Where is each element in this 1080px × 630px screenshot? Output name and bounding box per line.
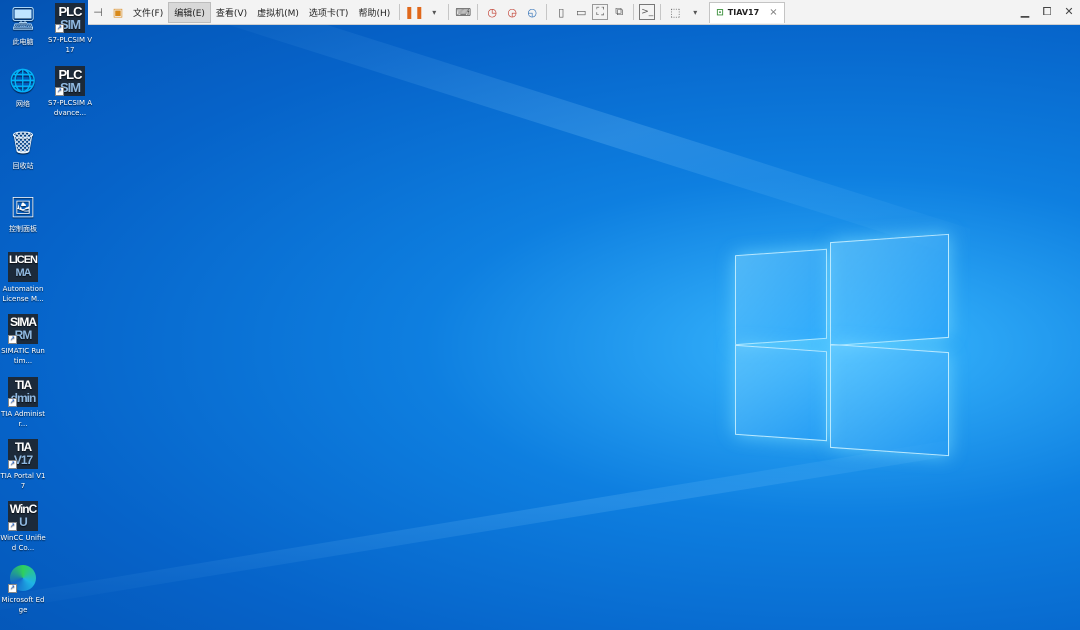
windows-logo-pane-bl — [735, 344, 827, 442]
view-single-icon[interactable]: ▯ — [552, 3, 570, 21]
simatic-runtime-icon: SIMA RM ↗ — [8, 314, 38, 344]
light-beam-top — [150, 0, 970, 260]
desktop-icon-this-pc[interactable]: 🖥 此电脑 — [1, 5, 45, 47]
shortcut-arrow-icon: ↗ — [8, 584, 17, 593]
shortcut-arrow-icon: ↗ — [8, 335, 17, 344]
wincc-icon: WinC U ↗ — [8, 501, 38, 531]
tia-portal-icon: TIA V17 ↗ — [8, 439, 38, 469]
desktop-icon-tia-portal-v17[interactable]: TIA V17 ↗ TIA Portal V17 — [1, 439, 45, 491]
desktop-icon-recycle-bin[interactable]: 🗑 回收站 — [1, 129, 45, 171]
desktop-icon-plcsim-v17[interactable]: PLC SIM ↗ S7-PLCSIM V17 — [48, 3, 92, 55]
desktop-icon-label: S7-PLCSIM V17 — [48, 36, 92, 54]
minimize-icon[interactable]: ▁ — [1014, 5, 1036, 19]
menu-view[interactable]: 查看(V) — [211, 3, 252, 22]
snapshot-manager-icon[interactable]: ◵ — [523, 3, 541, 21]
toolbar-separator — [448, 4, 450, 20]
stretch-icon[interactable]: ⬚ — [666, 3, 684, 21]
fullscreen-icon[interactable]: ⛶ — [592, 4, 609, 20]
restore-icon[interactable]: ⧠ — [1036, 5, 1058, 19]
shortcut-arrow-icon: ↗ — [8, 460, 17, 469]
snapshot-icon[interactable]: ◷ — [483, 3, 501, 21]
toolbar-separator — [633, 4, 635, 20]
unity-icon[interactable]: ⧉ — [610, 3, 628, 21]
desktop-icon-simatic-runtime[interactable]: SIMA RM ↗ SIMATIC Runtim... — [1, 314, 45, 366]
menu-vm[interactable]: 虚拟机(M) — [252, 3, 304, 22]
desktop-icon-label: 回收站 — [12, 162, 34, 170]
windows-logo — [733, 233, 949, 457]
windows-logo-pane-br — [830, 343, 949, 457]
dropdown-icon[interactable]: ▾ — [425, 3, 443, 21]
toolbar-separator — [546, 4, 548, 20]
menu-help[interactable]: 帮助(H) — [353, 3, 395, 22]
desktop-icon-tia-administrator[interactable]: TIA dmin ↗ TIA Administr... — [1, 377, 45, 429]
vm-tab-icon: ⊡ — [716, 7, 724, 18]
control-panel-icon: 🖼 — [10, 195, 36, 219]
license-manager-icon: LICEN MA — [8, 252, 38, 282]
tab-title: TIAV17 — [727, 8, 760, 17]
toolbar-separator — [660, 4, 662, 20]
menu-tabs[interactable]: 选项卡(T) — [304, 3, 354, 22]
dropdown-icon[interactable]: ▾ — [686, 3, 704, 21]
desktop-icon-label: 此电脑 — [12, 38, 34, 46]
desktop-icon-microsoft-edge[interactable]: ↗ Microsoft Edge — [1, 563, 45, 615]
tia-administrator-icon: TIA dmin ↗ — [8, 377, 38, 407]
console-icon[interactable]: >_ — [639, 4, 656, 20]
plcsim-advanced-icon: PLC SIM ↗ — [55, 66, 85, 96]
icon-subtext: RM — [14, 328, 33, 342]
desktop-icon-label: TIA Portal V17 — [0, 472, 46, 490]
icon-subtext: U — [19, 515, 28, 529]
desktop-icon-automation-license-manager[interactable]: LICEN MA Automation License M... — [1, 252, 45, 304]
recycle-bin-icon: 🗑 — [9, 131, 37, 156]
toolbar-separator — [477, 4, 479, 20]
tab-tiav17[interactable]: ⊡ TIAV17 × — [709, 1, 785, 23]
shortcut-arrow-icon: ↗ — [55, 24, 64, 33]
vm-icon[interactable]: ▣ — [109, 3, 127, 21]
desktop-icon-label: WinCC Unified Co... — [0, 534, 46, 552]
shortcut-arrow-icon: ↗ — [8, 398, 17, 407]
menu-file[interactable]: 文件(F) — [128, 3, 168, 22]
send-keys-icon[interactable]: ⌨ — [454, 3, 472, 21]
desktop-icon-label: S7-PLCSIM Advance... — [48, 99, 92, 117]
desktop-icon-label: 控制面板 — [9, 225, 37, 233]
vmware-toolbar: ⊣ ▣ 文件(F) 编辑(E) 查看(V) 虚拟机(M) 选项卡(T) 帮助(H… — [88, 0, 1080, 25]
view-thumbnail-icon[interactable]: ▭ — [572, 3, 590, 21]
desktop-icon-label: TIA Administr... — [1, 410, 45, 428]
network-icon: 🌐 — [9, 69, 37, 94]
toolbar-separator — [399, 4, 401, 20]
windows-logo-pane-tr — [830, 233, 949, 347]
pause-icon[interactable]: ❚❚ — [404, 3, 424, 21]
revert-snapshot-icon[interactable]: ◶ — [503, 3, 521, 21]
desktop-icon-network[interactable]: 🌐 网络 — [1, 67, 45, 109]
edge-icon: ↗ — [8, 563, 38, 593]
shortcut-arrow-icon: ↗ — [8, 522, 17, 531]
plcsim-icon: PLC SIM ↗ — [55, 3, 85, 33]
menu-edit[interactable]: 编辑(E) — [168, 1, 211, 23]
close-icon[interactable]: ✕ — [1058, 5, 1080, 19]
desktop-icon-label: SIMATIC Runtim... — [1, 347, 45, 365]
window-controls: ▁ ⧠ ✕ — [1014, 5, 1080, 19]
desktop-icon-control-panel[interactable]: 🖼 控制面板 — [1, 192, 45, 234]
windows-logo-pane-tl — [735, 248, 827, 346]
tab-close-icon[interactable]: × — [769, 7, 777, 18]
shortcut-arrow-icon: ↗ — [55, 87, 64, 96]
icon-text: LICEN — [9, 254, 38, 266]
desktop-icon-wincc-unified[interactable]: WinC U ↗ WinCC Unified Co... — [0, 501, 46, 553]
computer-icon: 🖥 — [9, 7, 37, 32]
desktop-icon-label: Microsoft Edge — [1, 596, 45, 614]
desktop-icon-plcsim-advanced[interactable]: PLC SIM ↗ S7-PLCSIM Advance... — [48, 66, 92, 118]
desktop-icon-label: Automation License M... — [2, 285, 44, 303]
desktop-icon-label: 网络 — [16, 100, 30, 108]
icon-subtext: MA — [15, 267, 31, 279]
